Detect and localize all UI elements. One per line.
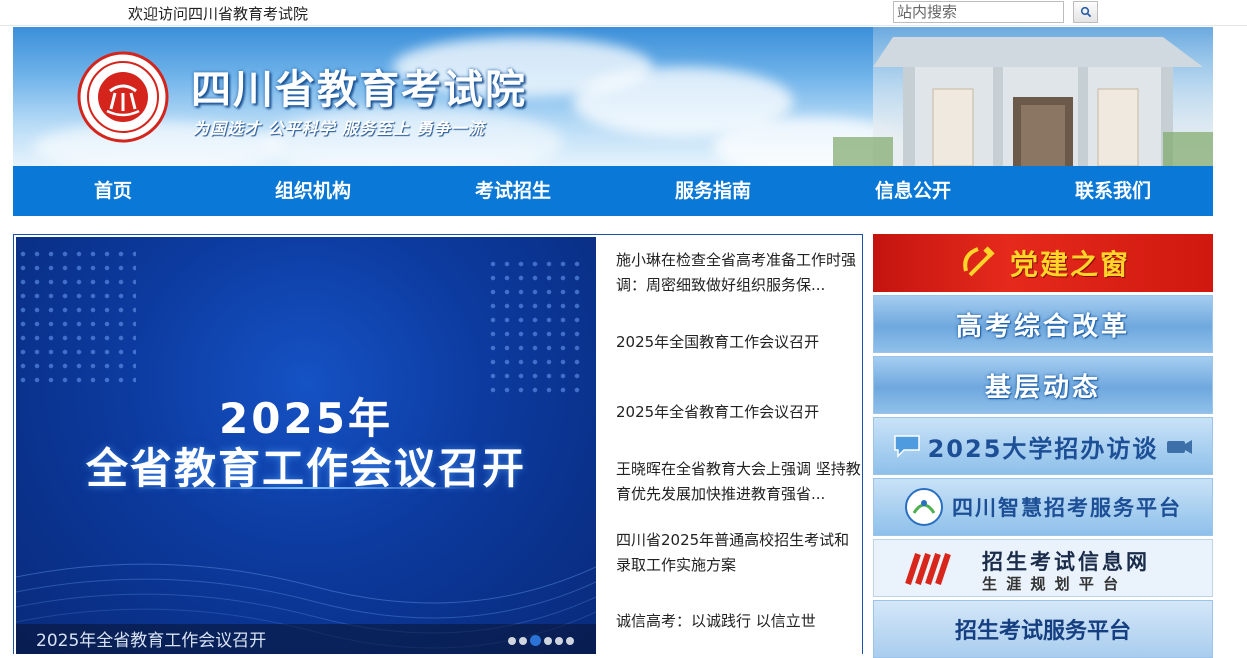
info-network-subtitle: 生 涯 规 划 平 台 [982, 575, 1121, 593]
search-button[interactable] [1073, 1, 1098, 23]
admissions-interview-label: 2025大学招办访谈 [927, 434, 1159, 463]
nav-contact[interactable]: 联系我们 [1013, 166, 1213, 216]
admission-service-platform-link[interactable]: 招生考试服务平台 [873, 600, 1213, 658]
slider-dot[interactable] [508, 636, 516, 645]
news-item[interactable]: 四川省2025年普通高校招生考试和录取工作实施方案 [616, 528, 863, 578]
party-building-link[interactable]: 党建之窗 [873, 234, 1213, 292]
news-item[interactable]: 2025年全国教育工作会议召开 [616, 330, 863, 355]
site-slogan: 为国选才 公平科学 服务至上 勇争一流 [193, 119, 485, 138]
smart-admission-platform-label: 四川智慧招考服务平台 [952, 496, 1182, 520]
platform-emblem-icon [905, 488, 943, 526]
info-network-logo-icon [905, 553, 951, 585]
nav-admissions[interactable]: 考试招生 [413, 166, 613, 216]
nav-service-guide[interactable]: 服务指南 [613, 166, 813, 216]
gaokao-reform-label: 高考综合改革 [955, 311, 1130, 342]
slider-dot[interactable] [555, 636, 563, 645]
news-item[interactable]: 诚信高考：以诚践行 以信立世 [616, 609, 863, 634]
slider-dot[interactable] [544, 636, 552, 645]
news-item[interactable]: 王晓晖在全省教育大会上强调 坚持教育优先发展加快推进教育强省... [616, 457, 863, 507]
welcome-text: 欢迎访问四川省教育考试院 [128, 5, 309, 23]
news-item[interactable]: 施小琳在检查全省高考准备工作时强调：周密细致做好组织服务保... [616, 248, 863, 298]
party-building-label: 党建之窗 [1009, 248, 1130, 281]
gaokao-reform-link[interactable]: 高考综合改革 [873, 295, 1213, 353]
building-photo [833, 27, 1213, 166]
main-nav: 首页 组织机构 考试招生 服务指南 信息公开 联系我们 [13, 166, 1213, 216]
info-network-title: 招生考试信息网 [982, 550, 1150, 574]
slider-dot[interactable] [566, 636, 574, 645]
nav-home[interactable]: 首页 [13, 166, 213, 216]
top-bar: 欢迎访问四川省教育考试院 [0, 0, 1247, 26]
slider-dot[interactable] [519, 636, 527, 645]
news-item[interactable]: 2025年全省教育工作会议召开 [616, 400, 863, 425]
nav-info-disclosure[interactable]: 信息公开 [813, 166, 1013, 216]
site-title: 四川省教育考试院 [191, 67, 527, 113]
hammer-sickle-icon [963, 246, 995, 277]
slide-caption[interactable]: 2025年全省教育工作会议召开 [36, 626, 266, 651]
grassroots-news-link[interactable]: 基层动态 [873, 356, 1213, 414]
slider-pager [508, 635, 574, 646]
logo-seal [77, 51, 169, 143]
search-icon [1080, 6, 1091, 18]
slider-dot[interactable] [530, 635, 541, 646]
admission-service-platform-label: 招生考试服务平台 [954, 619, 1131, 644]
camera-icon [1167, 440, 1193, 454]
header-banner: 四川省教育考试院 为国选才 公平科学 服务至上 勇争一流 [13, 27, 1213, 166]
slide-divider [136, 487, 476, 489]
smart-admission-platform-link[interactable]: 四川智慧招考服务平台 [873, 478, 1213, 536]
admission-info-network-link[interactable]: 招生考试信息网 生 涯 规 划 平 台 [873, 539, 1213, 597]
search-input[interactable] [893, 1, 1064, 23]
nav-organization[interactable]: 组织机构 [213, 166, 413, 216]
grassroots-news-label: 基层动态 [984, 372, 1101, 403]
admissions-interview-link[interactable]: 2025大学招办访谈 [873, 417, 1213, 475]
news-slider[interactable]: 2025年 全省教育工作会议召开 2025年全省教育工作会议召开 [16, 237, 596, 654]
chat-bubble-icon [893, 435, 920, 458]
